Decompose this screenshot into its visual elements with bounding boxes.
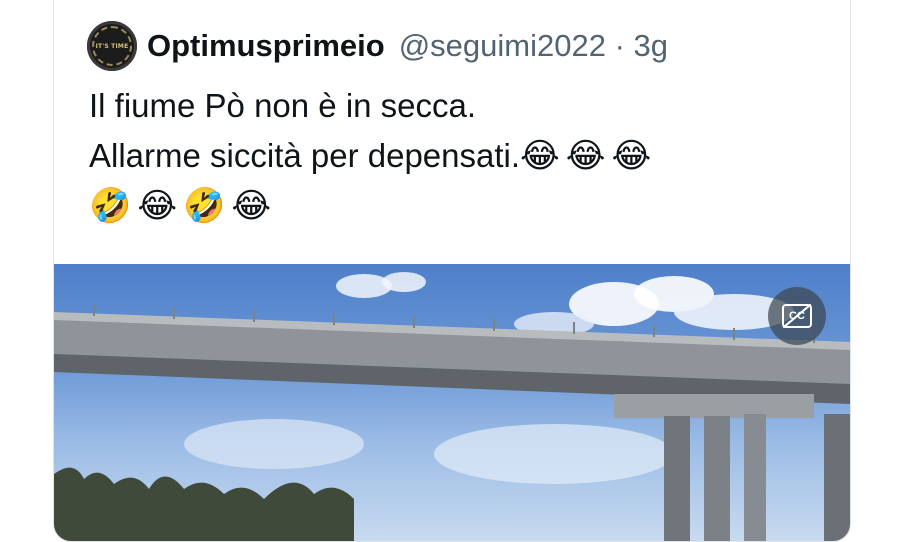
tweet-text: Il fiume Pò non è in secca. Allarme sicc…	[89, 81, 789, 231]
tweet-header: IT'S TIME Optimusprimeio @seguimi2022 · …	[87, 21, 668, 71]
tweet-text-line2: Allarme siccità per depensati.😂😂😂	[89, 131, 789, 181]
avatar-logo: IT'S TIME	[92, 26, 132, 66]
cc-label: CC	[789, 310, 805, 322]
laughing-emoji-icon: 😂😂😂	[520, 136, 658, 176]
avatar[interactable]: IT'S TIME	[87, 21, 137, 71]
closed-captions-button[interactable]: CC	[768, 287, 826, 345]
tweet-text-line2-words: Allarme siccità per depensati.	[89, 137, 521, 174]
bridge-image	[54, 272, 850, 541]
quoted-tweet-card[interactable]: IT'S TIME Optimusprimeio @seguimi2022 · …	[53, 0, 851, 542]
closed-captions-off-icon: CC	[782, 304, 812, 328]
handle-and-time: @seguimi2022 · 3g	[398, 28, 668, 63]
tweet-text-line1: Il fiume Pò non è in secca.	[89, 87, 477, 124]
video-player[interactable]: CC	[54, 264, 850, 541]
display-name[interactable]: Optimusprimeio	[147, 28, 385, 64]
rofl-emoji-icon: 🤣😂🤣😂	[89, 186, 278, 226]
